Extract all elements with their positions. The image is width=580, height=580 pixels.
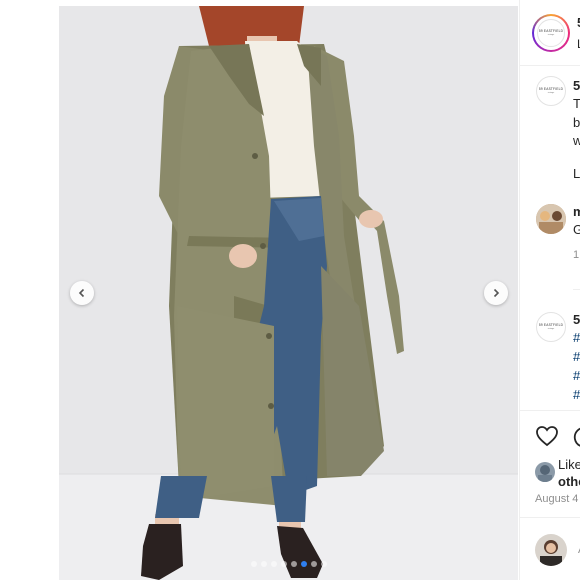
chevron-right-icon xyxy=(493,288,500,298)
heart-icon xyxy=(536,426,558,447)
carousel-dot xyxy=(291,561,297,567)
likes-prefix: Like xyxy=(558,457,580,472)
comment-button[interactable] xyxy=(572,425,580,454)
hashtag-link[interactable]: # xyxy=(573,330,580,345)
account-logo: 59 EASTFIELD vintage xyxy=(537,19,565,47)
post-date: August 4 xyxy=(535,493,579,505)
comment-meta: 1 xyxy=(573,249,580,261)
caption-line: b xyxy=(573,115,580,130)
liker-avatar[interactable] xyxy=(535,462,555,482)
hashtag-link[interactable]: # xyxy=(573,368,580,383)
carousel-next-button[interactable] xyxy=(484,281,508,305)
carousel-indicator xyxy=(251,561,327,567)
caption-line: L xyxy=(573,166,580,181)
comment-avatar[interactable]: 59 EASTFIELD vintage xyxy=(536,312,566,342)
caption-avatar[interactable]: 59 EASTFIELD vintage xyxy=(536,76,566,106)
left-gutter xyxy=(0,0,59,580)
person-photo-icon xyxy=(535,534,567,566)
post-side-panel: 59 EASTFIELD vintage 5 L 59 EASTFIELD vi… xyxy=(519,0,580,580)
person-photo-icon xyxy=(535,462,555,482)
caption-line: w xyxy=(573,133,580,148)
carousel-dot-active xyxy=(301,561,307,567)
carousel-dot xyxy=(321,561,327,567)
top-gutter xyxy=(59,0,518,6)
carousel-dot xyxy=(311,561,317,567)
comment-bubble-icon xyxy=(573,427,580,447)
actions-divider xyxy=(520,410,580,411)
current-user-avatar[interactable] xyxy=(535,534,567,566)
header-divider xyxy=(520,65,580,66)
comment-handle[interactable]: 5 xyxy=(573,312,580,327)
carousel-dot xyxy=(251,561,257,567)
story-ring-avatar[interactable]: 59 EASTFIELD vintage xyxy=(532,14,570,52)
replies-line xyxy=(573,289,580,290)
likes-others-link[interactable]: othe xyxy=(558,474,580,489)
hashtag-link[interactable]: # xyxy=(573,387,580,402)
caption-handle[interactable]: 5 xyxy=(573,78,580,93)
chevron-left-icon xyxy=(78,288,85,298)
carousel-dot xyxy=(261,561,267,567)
product-photo xyxy=(59,6,518,580)
person-photo-icon xyxy=(536,204,566,234)
post-media[interactable] xyxy=(59,6,518,580)
hashtag-link[interactable]: # xyxy=(573,349,580,364)
commenter-avatar[interactable] xyxy=(536,204,566,234)
commenter-username[interactable]: m xyxy=(573,204,580,219)
caption-line: T xyxy=(573,96,580,111)
carousel-prev-button[interactable] xyxy=(70,281,94,305)
like-button[interactable] xyxy=(535,425,559,452)
carousel-dot xyxy=(281,561,287,567)
instagram-post: 59 EASTFIELD vintage 5 L 59 EASTFIELD vi… xyxy=(0,0,580,580)
input-divider xyxy=(520,517,580,518)
carousel-dot xyxy=(271,561,277,567)
comment-text: G xyxy=(573,222,580,237)
